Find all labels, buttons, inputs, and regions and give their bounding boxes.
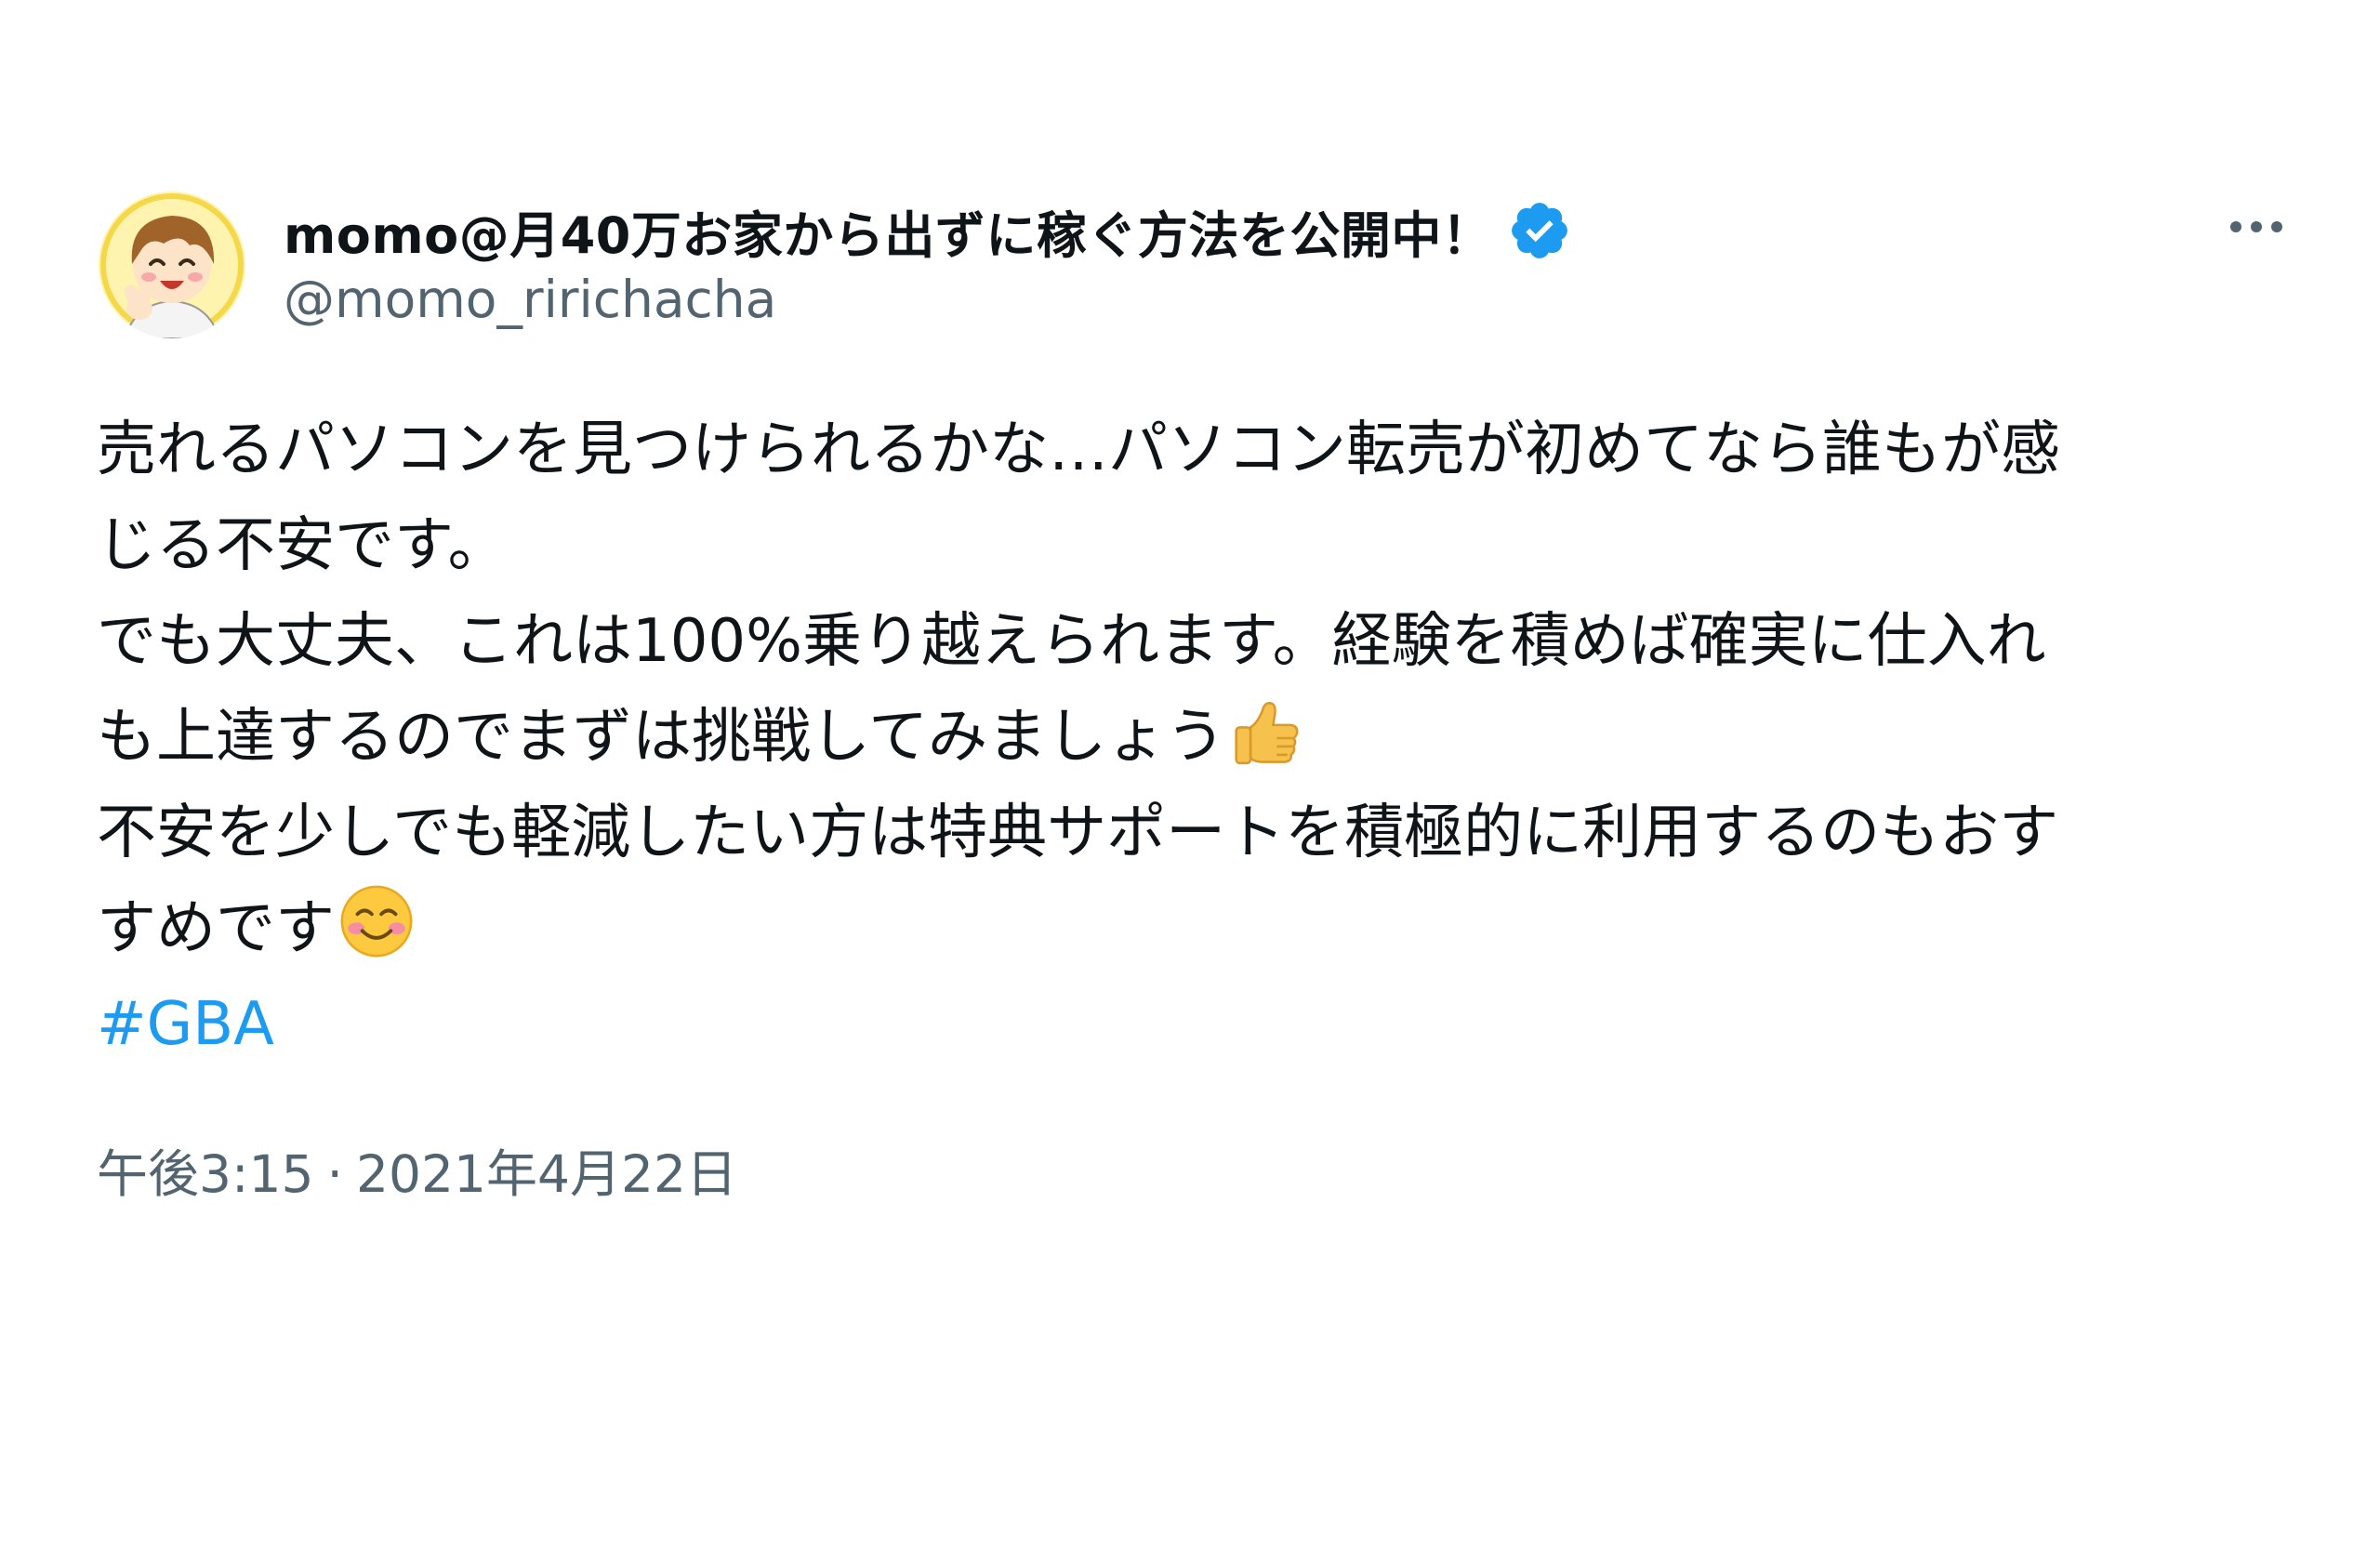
author-handle[interactable]: @momo_ririchacha [284,270,776,329]
more-horizontal-icon [2230,221,2241,232]
tweet-line-with-emoji: すめです [97,881,2309,977]
more-options-button[interactable] [2215,199,2298,255]
tweet-line-with-emoji: も上達するのでまずは挑戦してみましょう [97,690,2309,786]
tweet-line: 不安を少しでも軽減したい方は特典サポートを積極的に利用するのもおす [97,799,2059,867]
author-name-row: momo@月40万お家から出ずに稼ぐ方法を公開中！ [284,193,1572,268]
meta-separator: · [326,1144,343,1204]
thumbs-up-emoji-icon [1229,692,1305,768]
author-display-name[interactable]: momo@月40万お家から出ずに稼ぐ方法を公開中！ [284,194,1492,268]
avatar-icon [99,192,245,338]
tweet-date: 2021年4月22日 [356,1144,737,1204]
more-dot [2251,221,2262,232]
tweet-timestamp[interactable]: 午後3:15 · 2021年4月22日 [97,1132,737,1207]
hashtag-link[interactable]: #GBA [97,977,2309,1073]
tweet-card: momo@月40万お家から出ずに稼ぐ方法を公開中！ @momo_ririchac… [0,0,2380,1546]
verified-badge-icon [1507,198,1572,263]
tweet-line-text: も上達するのでまずは挑戦してみましょう [97,703,1226,772]
tweet-line-text: すめです [97,894,335,963]
smiling-face-emoji-icon [338,883,415,959]
avatar[interactable] [99,192,245,338]
tweet-text: 売れるパソコンを見つけられるかな…パソコン転売が初めてなら誰もが感 じる不安です… [97,403,2309,1073]
tweet-time: 午後3:15 [97,1144,314,1204]
more-dot [2271,221,2282,232]
tweet-line: じる不安です。 [97,511,508,580]
tweet-line: でも大丈夫、これは100%乗り越えられます。経験を積めば確実に仕入れ [97,607,2046,676]
tweet-line: 売れるパソコンを見つけられるかな…パソコン転売が初めてなら誰もが感 [97,416,2060,484]
